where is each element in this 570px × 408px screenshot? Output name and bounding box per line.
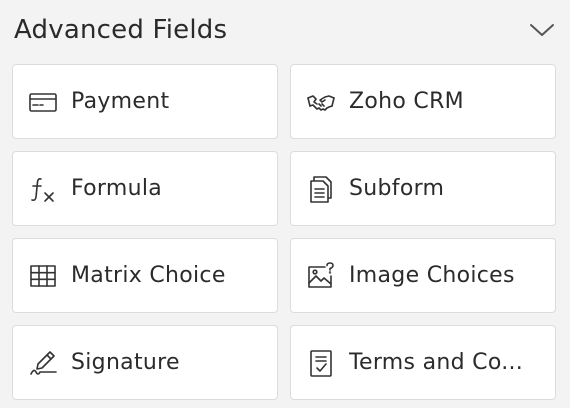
field-tile-formula[interactable]: Formula xyxy=(12,151,278,226)
checklist-document-icon xyxy=(305,347,337,379)
field-tile-subform[interactable]: Subform xyxy=(290,151,556,226)
field-label: Subform xyxy=(349,176,445,201)
field-label: Zoho CRM xyxy=(349,89,464,114)
function-icon xyxy=(27,173,59,205)
pen-signature-icon xyxy=(27,347,59,379)
field-label: Signature xyxy=(71,350,180,375)
document-stack-icon xyxy=(305,173,337,205)
image-question-icon xyxy=(305,260,337,292)
grid-table-icon xyxy=(27,260,59,292)
fields-grid: Payment Zoho CRM Formula Subform Matrix … xyxy=(12,64,556,400)
field-label: Formula xyxy=(71,176,163,201)
field-label: Matrix Choice xyxy=(71,263,226,288)
field-label: Image Choices xyxy=(349,263,515,288)
section-title: Advanced Fields xyxy=(14,15,228,45)
field-tile-image-choices[interactable]: Image Choices xyxy=(290,238,556,313)
section-header[interactable]: Advanced Fields xyxy=(14,0,556,60)
field-label: Payment xyxy=(71,89,170,114)
chevron-down-icon[interactable] xyxy=(528,16,556,44)
field-tile-terms-and-conditions[interactable]: Terms and Co... xyxy=(290,325,556,400)
field-label: Terms and Co... xyxy=(349,350,524,375)
field-tile-signature[interactable]: Signature xyxy=(12,325,278,400)
credit-card-icon xyxy=(27,86,59,118)
field-tile-payment[interactable]: Payment xyxy=(12,64,278,139)
handshake-icon xyxy=(305,86,337,118)
field-tile-matrix-choice[interactable]: Matrix Choice xyxy=(12,238,278,313)
advanced-fields-panel: Advanced Fields Payment Zoho CRM Formula… xyxy=(0,0,570,408)
field-tile-zoho-crm[interactable]: Zoho CRM xyxy=(290,64,556,139)
